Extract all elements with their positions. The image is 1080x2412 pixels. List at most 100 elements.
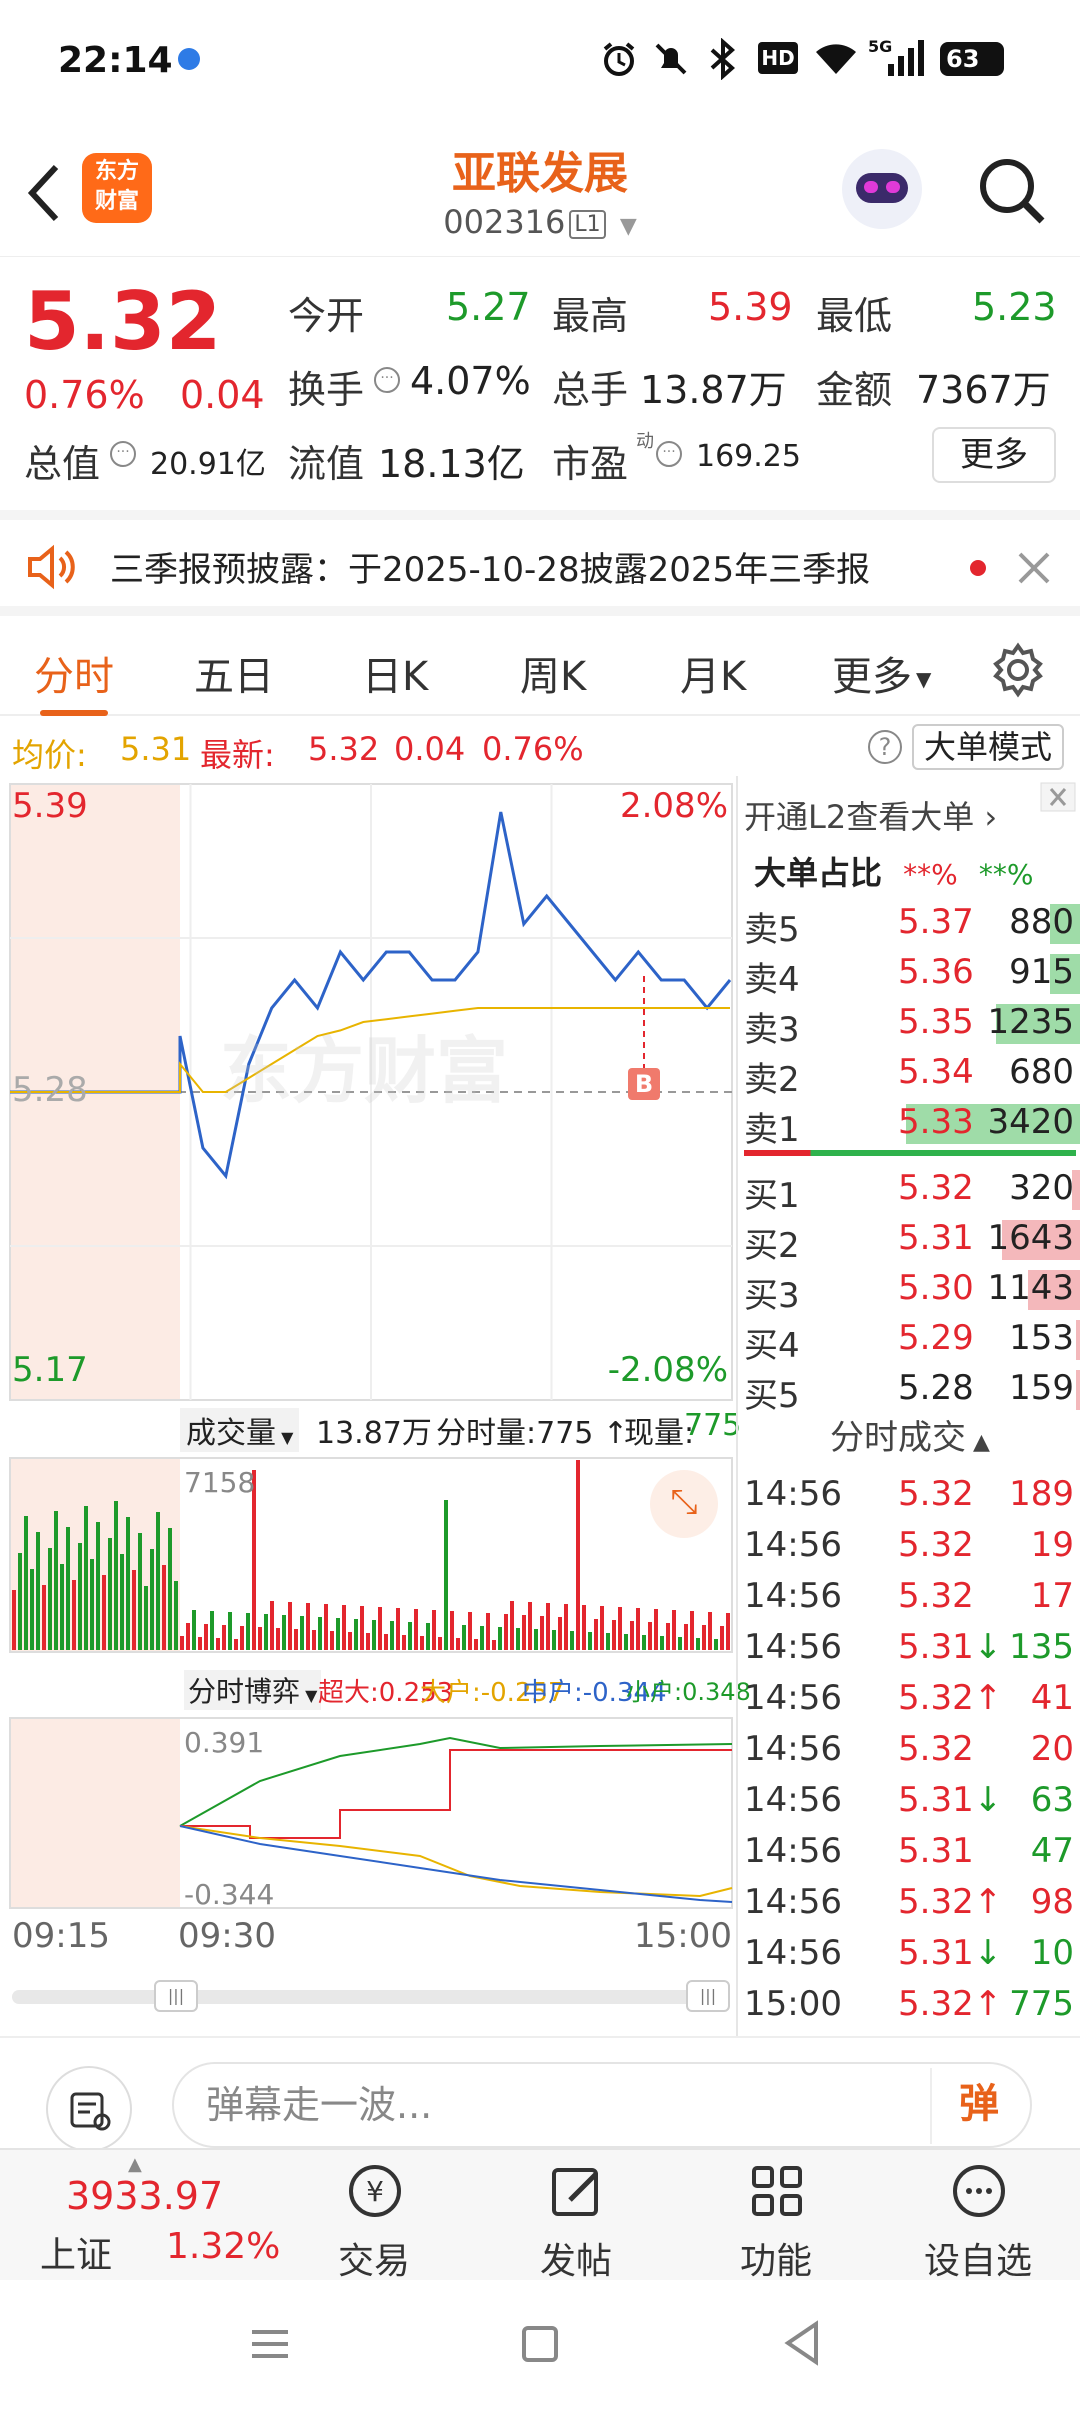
- volume-bar: [426, 1623, 430, 1650]
- home-icon[interactable]: [520, 2324, 560, 2364]
- danmu-button[interactable]: 弹: [930, 2068, 1026, 2144]
- robot-avatar-icon[interactable]: [842, 149, 922, 229]
- tab-monthly-k[interactable]: 月K: [680, 644, 746, 702]
- volume-bar: [492, 1640, 496, 1650]
- trade-volume: 63: [1030, 1780, 1074, 1820]
- scroll-handle-right[interactable]: |||: [686, 1980, 730, 2012]
- volume-bar: [450, 1611, 454, 1650]
- turnover-label: 换手: [288, 368, 365, 412]
- gear-icon[interactable]: [990, 642, 1046, 698]
- bid-row[interactable]: 买2 5.31 1643: [738, 1214, 1080, 1266]
- nav-watchlist[interactable]: 设自选: [878, 2150, 1078, 2282]
- volume-bar: [696, 1638, 700, 1650]
- timeline-scrollbar[interactable]: [12, 1990, 730, 2004]
- tab-daily-k[interactable]: 日K: [362, 644, 428, 702]
- info-dots-icon[interactable]: ···: [374, 367, 400, 393]
- bid-row[interactable]: 买4 5.29 153: [738, 1314, 1080, 1366]
- tab-five-day[interactable]: 五日: [194, 644, 274, 702]
- volume-bar: [510, 1601, 514, 1650]
- tab-more[interactable]: 更多 ▼: [832, 644, 931, 702]
- search-icon[interactable]: [976, 155, 1048, 227]
- expand-icon[interactable]: ⤡: [650, 1470, 718, 1538]
- ratio-red-value: **%: [903, 858, 958, 891]
- trade-time: 14:56: [744, 1474, 842, 1514]
- ask-row[interactable]: 卖1 5.33 3420: [738, 1098, 1080, 1150]
- bid-row[interactable]: 买5 5.28 159: [738, 1364, 1080, 1416]
- depth-level-label: 卖5: [744, 910, 800, 950]
- trade-price: 5.32↑: [898, 1678, 1002, 1718]
- volume-bar: [600, 1606, 604, 1650]
- speaker-icon: [28, 544, 75, 590]
- close-icon[interactable]: [1040, 782, 1076, 812]
- intraday-chart[interactable]: 5.39 5.28 5.17 2.08% -2.08% 东方财富 B 成交量 ▼…: [0, 776, 751, 2036]
- volume-header: 成交量 ▼ 13.87万 分时量:775 ↑ 现量: 775: [0, 1400, 741, 1452]
- volume-bar: [126, 1517, 130, 1650]
- l2-promo[interactable]: 开通L2查看大单 ›: [744, 792, 997, 838]
- volume-bar: [636, 1608, 640, 1650]
- trades-header[interactable]: 分时成交 ▲: [738, 1410, 1080, 1459]
- ask-row[interactable]: 卖4 5.36 915: [738, 948, 1080, 1000]
- close-icon[interactable]: [1016, 550, 1052, 586]
- spread-divider: [744, 1150, 1076, 1156]
- depth-volume: 3420: [987, 1102, 1074, 1142]
- info-dots-icon[interactable]: ···: [656, 441, 682, 467]
- back-nav-icon[interactable]: [782, 2320, 822, 2366]
- depth-price: 5.33: [898, 1102, 974, 1142]
- nav-post[interactable]: 发帖: [476, 2150, 676, 2282]
- tab-weekly-k[interactable]: 周K: [520, 644, 586, 702]
- avg-value: 5.31: [120, 730, 192, 768]
- trade-row: 14:56 5.32 19: [738, 1521, 1080, 1573]
- nav-watchlist-label: 设自选: [923, 2241, 1032, 2282]
- trade-time: 14:56: [744, 1576, 842, 1616]
- ask-row[interactable]: 卖5 5.37 880: [738, 898, 1080, 950]
- bid-row[interactable]: 买1 5.32 320: [738, 1164, 1080, 1216]
- buy-marker[interactable]: B: [628, 1068, 660, 1100]
- big-order-mode-button[interactable]: 大单模式: [912, 724, 1065, 770]
- tab-intraday[interactable]: 分时: [34, 644, 114, 702]
- volume-bar: [348, 1632, 352, 1650]
- volume-bar: [540, 1616, 544, 1650]
- scroll-handle-left[interactable]: |||: [154, 1980, 198, 2012]
- volume-bar: [216, 1638, 220, 1650]
- more-button[interactable]: 更多: [932, 427, 1056, 483]
- stock-header: 东方 财富 亚联发展 002316 L1 ▼: [0, 125, 1080, 255]
- info-dots-icon[interactable]: ···: [110, 441, 136, 467]
- volume-bar: [228, 1612, 232, 1650]
- help-icon[interactable]: ?: [868, 730, 902, 764]
- volume-bar: [324, 1604, 328, 1650]
- ask-row[interactable]: 卖2 5.34 680: [738, 1048, 1080, 1100]
- volume-bar: [66, 1527, 70, 1650]
- chevron-right-icon: ›: [974, 798, 998, 836]
- wifi-icon: [816, 44, 856, 74]
- depth-level-label: 卖2: [744, 1060, 800, 1100]
- volume-bar: [78, 1543, 82, 1650]
- depth-price: 5.28: [898, 1368, 974, 1408]
- volume-bar: [24, 1516, 28, 1650]
- depth-price: 5.36: [898, 952, 974, 992]
- nav-functions[interactable]: 功能: [676, 2150, 876, 2282]
- nav-trade-label: 交易: [337, 2241, 410, 2282]
- comment-list-icon[interactable]: [46, 2066, 132, 2152]
- game-selector[interactable]: 分时博弈 ▼: [184, 1670, 322, 1710]
- trade-price-value: 5.31: [898, 1933, 974, 1973]
- ask-row[interactable]: 卖3 5.35 1235: [738, 998, 1080, 1050]
- notice-bar[interactable]: 三季报预披露：于2025-10-28披露2025年三季报: [0, 510, 1080, 606]
- nav-trade[interactable]: ¥ 交易: [274, 2150, 474, 2282]
- index-ticker[interactable]: ▲ 3933.97 上证 1.32%: [24, 2150, 284, 2282]
- game-min-label: -0.344: [184, 1878, 275, 1911]
- volume-bar: [234, 1639, 238, 1650]
- volume-bar: [684, 1624, 688, 1650]
- danmu-input[interactable]: 弹幕走一波...: [172, 2062, 1032, 2148]
- volume-bar: [222, 1625, 226, 1650]
- trade-row: 14:56 5.31 47: [738, 1827, 1080, 1879]
- battery-level: 63: [946, 45, 980, 73]
- menu-icon[interactable]: [250, 2324, 290, 2364]
- period-tabs: 分时 五日 日K 周K 月K 更多 ▼: [0, 606, 1080, 716]
- volume-bar: [156, 1512, 160, 1650]
- stock-code-line[interactable]: 002316 L1 ▼: [0, 203, 1080, 241]
- bottom-nav: ▲ 3933.97 上证 1.32% ¥ 交易 发帖 功能 设自选: [0, 2148, 1080, 2282]
- volume-selector[interactable]: 成交量 ▼: [180, 1408, 300, 1452]
- volume-bar: [354, 1619, 358, 1650]
- volume-bar: [150, 1549, 154, 1650]
- bid-row[interactable]: 买3 5.30 1143: [738, 1264, 1080, 1316]
